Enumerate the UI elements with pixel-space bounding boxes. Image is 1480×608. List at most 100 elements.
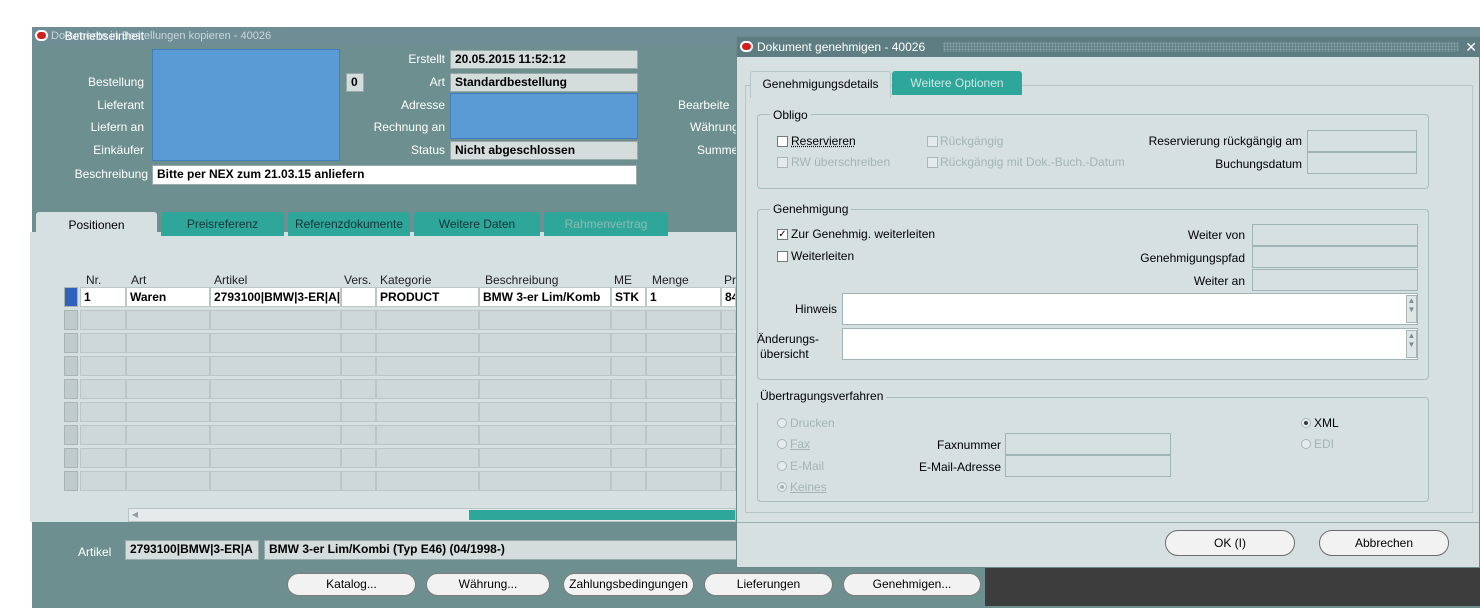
- table-cell-empty[interactable]: [341, 356, 376, 376]
- table-cell-empty[interactable]: [479, 425, 611, 445]
- katalog-button[interactable]: Katalog...: [287, 573, 416, 596]
- table-cell-empty[interactable]: [80, 356, 126, 376]
- table-cell-empty[interactable]: [126, 471, 210, 491]
- table-cell-empty[interactable]: [341, 402, 376, 422]
- table-cell-empty[interactable]: [611, 310, 646, 330]
- table-cell-empty[interactable]: [479, 448, 611, 468]
- table-cell-empty[interactable]: [126, 379, 210, 399]
- table-cell-empty[interactable]: [646, 402, 721, 422]
- table-cell-empty[interactable]: [80, 379, 126, 399]
- table-cell-empty[interactable]: [611, 333, 646, 353]
- table-cell-empty[interactable]: [721, 379, 736, 399]
- table-cell-empty[interactable]: [479, 402, 611, 422]
- table-cell-empty[interactable]: [721, 356, 736, 376]
- table-cell-empty[interactable]: [479, 471, 611, 491]
- table-cell-empty[interactable]: [611, 379, 646, 399]
- table-cell-row1[interactable]: PRODUCT: [376, 287, 479, 307]
- table-cell-empty[interactable]: [210, 379, 341, 399]
- table-cell-row1[interactable]: Waren: [126, 287, 210, 307]
- tab-weitere-optionen[interactable]: Weitere Optionen: [892, 71, 1022, 95]
- tab-referenzdokumente[interactable]: Referenzdokumente: [288, 212, 410, 236]
- table-cell-empty[interactable]: [126, 402, 210, 422]
- table-cell-empty[interactable]: [210, 402, 341, 422]
- tab-rahmenvertrag[interactable]: Rahmenvertrag: [544, 212, 668, 236]
- table-cell-empty[interactable]: [126, 425, 210, 445]
- table-cell-empty[interactable]: [376, 356, 479, 376]
- table-cell-empty[interactable]: [210, 448, 341, 468]
- table-cell-row1[interactable]: 1: [80, 287, 126, 307]
- aenderungsuebersicht-textarea[interactable]: [842, 328, 1418, 360]
- table-cell-empty[interactable]: [721, 310, 736, 330]
- row-selector[interactable]: [64, 356, 78, 376]
- reservieren-checkbox[interactable]: [777, 136, 788, 147]
- weiterleiten-checkbox[interactable]: [777, 251, 788, 262]
- weiter-an-field[interactable]: [1252, 269, 1418, 291]
- table-cell-empty[interactable]: [721, 448, 736, 468]
- table-cell-empty[interactable]: [210, 471, 341, 491]
- table-cell-empty[interactable]: [646, 425, 721, 445]
- tab-weitere-daten[interactable]: Weitere Daten: [414, 212, 540, 236]
- table-cell-empty[interactable]: [646, 333, 721, 353]
- table-cell-row1[interactable]: STK: [611, 287, 646, 307]
- table-cell-row1[interactable]: BMW 3-er Lim/Komb: [479, 287, 611, 307]
- table-cell-empty[interactable]: [479, 333, 611, 353]
- table-cell-empty[interactable]: [479, 379, 611, 399]
- row-selector[interactable]: [64, 448, 78, 468]
- table-cell-row1[interactable]: 2793100|BMW|3-ER|A|: [210, 287, 341, 307]
- table-cell-empty[interactable]: [646, 379, 721, 399]
- scroll-left-icon[interactable]: ◀: [129, 509, 141, 521]
- row-selector[interactable]: [64, 333, 78, 353]
- table-cell-empty[interactable]: [80, 448, 126, 468]
- table-cell-empty[interactable]: [80, 333, 126, 353]
- table-cell-empty[interactable]: [210, 356, 341, 376]
- genehmigungspfad-field[interactable]: [1252, 246, 1418, 268]
- tab-positionen[interactable]: Positionen: [36, 212, 157, 242]
- table-cell-row1[interactable]: 1: [646, 287, 721, 307]
- table-cell-empty[interactable]: [341, 471, 376, 491]
- table-cell-empty[interactable]: [611, 402, 646, 422]
- table-cell-empty[interactable]: [376, 379, 479, 399]
- table-cell-empty[interactable]: [376, 402, 479, 422]
- row-selector[interactable]: [64, 287, 78, 307]
- aenderungsuebersicht-scroll-icon[interactable]: ▲ ▼: [1406, 330, 1417, 358]
- table-cell-empty[interactable]: [721, 471, 736, 491]
- row-selector[interactable]: [64, 402, 78, 422]
- scrollbar-thumb[interactable]: [469, 510, 735, 520]
- table-cell-empty[interactable]: [479, 356, 611, 376]
- table-cell-row1[interactable]: 84: [721, 287, 736, 307]
- horizontal-scrollbar[interactable]: ◀: [128, 508, 736, 522]
- table-cell-empty[interactable]: [721, 333, 736, 353]
- table-cell-empty[interactable]: [341, 310, 376, 330]
- zur-genehmigung-checkbox[interactable]: ✓: [777, 229, 788, 240]
- table-cell-row1[interactable]: [341, 287, 376, 307]
- table-cell-empty[interactable]: [80, 310, 126, 330]
- table-cell-empty[interactable]: [80, 471, 126, 491]
- ok-button[interactable]: OK (I): [1165, 530, 1295, 556]
- table-cell-empty[interactable]: [376, 471, 479, 491]
- table-cell-empty[interactable]: [479, 310, 611, 330]
- table-cell-empty[interactable]: [126, 310, 210, 330]
- waehrung-button[interactable]: Währung...: [426, 573, 550, 596]
- lieferungen-button[interactable]: Lieferungen: [704, 573, 833, 596]
- table-cell-empty[interactable]: [611, 425, 646, 445]
- table-cell-empty[interactable]: [341, 379, 376, 399]
- table-cell-empty[interactable]: [646, 471, 721, 491]
- hinweis-textarea[interactable]: [842, 293, 1418, 325]
- table-cell-empty[interactable]: [80, 402, 126, 422]
- table-cell-empty[interactable]: [126, 448, 210, 468]
- abbrechen-button[interactable]: Abbrechen: [1319, 530, 1449, 556]
- xml-radio[interactable]: [1301, 418, 1311, 428]
- table-cell-empty[interactable]: [210, 425, 341, 445]
- genehmigen-button[interactable]: Genehmigen...: [843, 573, 981, 596]
- table-cell-empty[interactable]: [341, 425, 376, 445]
- table-cell-empty[interactable]: [611, 356, 646, 376]
- table-cell-empty[interactable]: [611, 471, 646, 491]
- table-cell-empty[interactable]: [646, 356, 721, 376]
- table-cell-empty[interactable]: [376, 425, 479, 445]
- supplier-info-field[interactable]: [152, 49, 340, 161]
- table-cell-empty[interactable]: [210, 310, 341, 330]
- table-cell-empty[interactable]: [126, 356, 210, 376]
- table-cell-empty[interactable]: [376, 333, 479, 353]
- row-selector[interactable]: [64, 471, 78, 491]
- table-cell-empty[interactable]: [376, 310, 479, 330]
